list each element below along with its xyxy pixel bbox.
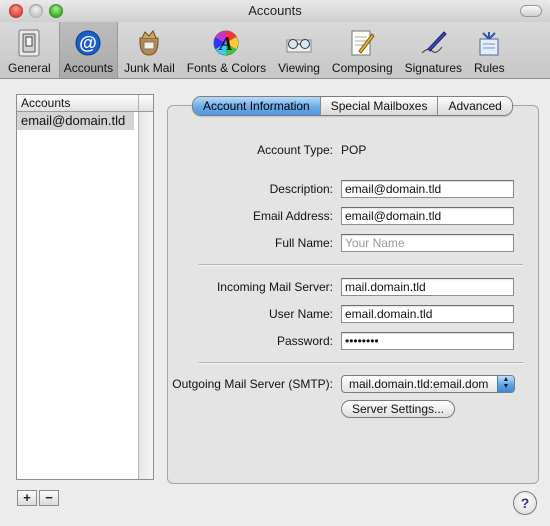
junk-mail-bag-icon [134, 28, 164, 58]
svg-text:A: A [218, 33, 233, 55]
toolbar-item-general[interactable]: General [0, 22, 59, 78]
smtp-server-value: mail.domain.tld:email.dom [349, 377, 489, 391]
toolbar-label: Accounts [63, 61, 114, 75]
rules-icon [474, 28, 504, 58]
toolbar-item-junk-mail[interactable]: Junk Mail [118, 22, 181, 78]
user-name-label: User Name: [268, 307, 333, 321]
remove-account-button[interactable]: − [39, 490, 59, 506]
tab-advanced[interactable]: Advanced [437, 97, 512, 115]
toolbar-item-viewing[interactable]: Viewing [272, 22, 326, 78]
description-label: Description: [269, 182, 333, 196]
account-name: email@domain.tld [21, 113, 126, 128]
accounts-header-label: Accounts [21, 96, 71, 110]
accounts-list[interactable]: Accounts email@domain.tld [16, 94, 154, 480]
toolbar-item-accounts[interactable]: @ Accounts [58, 22, 119, 78]
password-field[interactable] [341, 332, 514, 350]
preferences-toolbar: General @ Accounts Junk Mail A Fonts & C… [0, 22, 550, 79]
password-label: Password: [276, 334, 333, 348]
switch-icon [14, 28, 44, 58]
help-button[interactable]: ? [513, 491, 537, 515]
email-address-label: Email Address: [252, 209, 333, 223]
svg-text:@: @ [80, 33, 98, 53]
user-name-field[interactable] [341, 305, 514, 323]
toolbar-label: Fonts & Colors [186, 61, 267, 75]
account-tabs: Account Information Special Mailboxes Ad… [192, 96, 513, 116]
notepad-pencil-icon [347, 28, 377, 58]
section-divider [199, 264, 523, 266]
accounts-list-scrollbar[interactable] [138, 112, 153, 479]
tab-account-information[interactable]: Account Information [193, 97, 320, 115]
minimize-button[interactable] [29, 4, 43, 18]
glasses-icon [284, 28, 314, 58]
smtp-server-label: Outgoing Mail Server (SMTP): [172, 377, 333, 391]
toolbar-label: Viewing [278, 61, 320, 75]
account-type-label: Account Type: [257, 143, 333, 157]
account-type-value: POP [341, 143, 367, 157]
toolbar-item-composing[interactable]: Composing [326, 22, 399, 78]
account-row[interactable]: email@domain.tld [17, 112, 134, 130]
tab-special-mailboxes[interactable]: Special Mailboxes [319, 97, 438, 115]
toolbar-item-rules[interactable]: Rules [468, 22, 511, 78]
add-account-button[interactable]: + [17, 490, 37, 506]
toolbar-label: Composing [331, 61, 393, 75]
toolbar-item-signatures[interactable]: Signatures [399, 22, 468, 78]
email-address-field[interactable] [341, 207, 514, 225]
server-settings-button[interactable]: Server Settings... [341, 400, 455, 418]
toolbar-label: Junk Mail [124, 61, 175, 75]
full-name-field[interactable] [341, 234, 514, 252]
incoming-mail-server-field[interactable] [341, 278, 514, 296]
incoming-mail-server-label: Incoming Mail Server: [216, 280, 333, 294]
toolbar-label: General [8, 61, 51, 75]
popup-arrows-icon: ▲ ▼ [497, 376, 514, 392]
section-divider [199, 362, 523, 364]
preferences-window: Accounts General @ Accounts Junk Mail A … [0, 0, 550, 526]
smtp-server-popup[interactable]: mail.domain.tld:email.dom ▲ ▼ [341, 375, 515, 393]
color-wheel-icon: A [211, 28, 241, 58]
description-field[interactable] [341, 180, 514, 198]
column-header-end [138, 95, 153, 111]
toolbar-item-fonts-colors[interactable]: A Fonts & Colors [181, 22, 272, 78]
zoom-button[interactable] [49, 4, 63, 18]
toolbar-label: Signatures [404, 61, 462, 75]
title-bar: Accounts [0, 0, 550, 22]
pen-icon [418, 28, 448, 58]
full-name-label: Full Name: [274, 236, 333, 250]
close-button[interactable] [9, 4, 23, 18]
window-title: Accounts [248, 3, 302, 18]
at-sign-icon: @ [73, 28, 103, 58]
toolbar-toggle-button[interactable] [520, 5, 542, 17]
toolbar-label: Rules [474, 61, 505, 75]
accounts-column-header[interactable]: Accounts [17, 95, 153, 112]
